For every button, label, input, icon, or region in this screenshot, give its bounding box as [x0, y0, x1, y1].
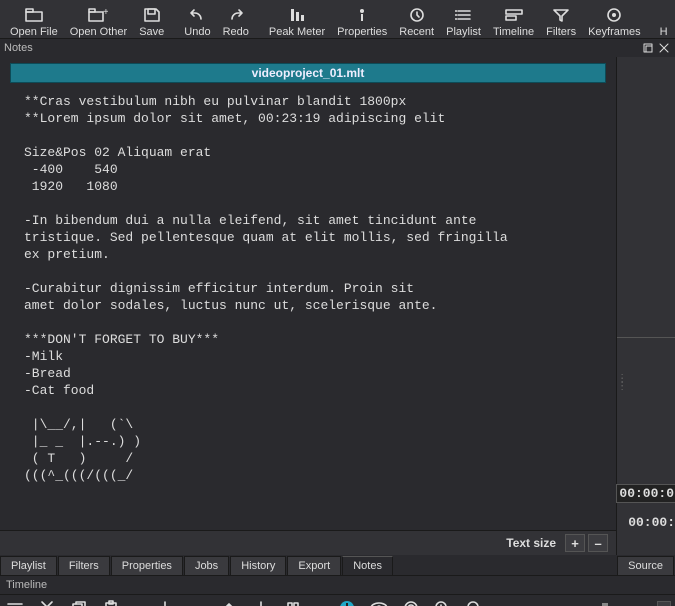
recent-label: Recent — [399, 26, 434, 38]
overwrite-icon[interactable] — [250, 598, 272, 606]
keyframes-icon — [603, 6, 625, 24]
player-split-line — [617, 337, 675, 338]
player-preview-stub: ⋮⋮⋮ 00:00:0 00:00: — [617, 57, 675, 555]
timeline-menu-icon[interactable] — [4, 598, 26, 606]
notes-panel-titlebar: Notes — [0, 39, 675, 57]
recent-icon — [406, 6, 428, 24]
zoom-in-icon[interactable] — [432, 598, 454, 606]
timecode-total[interactable]: 00:00:0 — [616, 484, 675, 503]
timeline-title: Timeline — [6, 579, 47, 591]
undo-button[interactable]: Undo — [178, 0, 216, 40]
main-toolbar: Open File + Open Other Save Undo Redo Pe… — [0, 0, 675, 39]
tab-source[interactable]: Source — [617, 556, 674, 575]
text-size-label: Text size — [506, 536, 556, 550]
playlist-icon — [453, 6, 475, 24]
ripple-icon[interactable] — [400, 598, 422, 606]
snap-icon[interactable] — [336, 598, 358, 606]
notes-file-title: videoproject_01.mlt — [10, 63, 606, 83]
properties-button[interactable]: Properties — [331, 0, 393, 40]
open-file-icon — [23, 6, 45, 24]
main-area: videoproject_01.mlt **Cras vestibulum ni… — [0, 57, 675, 555]
undo-label: Undo — [184, 26, 210, 38]
history-button-cut[interactable]: H — [647, 0, 675, 40]
timeline-zoom-control — [602, 601, 671, 606]
peak-meter-label: Peak Meter — [269, 26, 325, 38]
bottom-tab-row: PlaylistFiltersPropertiesJobsHistoryExpo… — [0, 555, 675, 575]
notes-area: videoproject_01.mlt **Cras vestibulum ni… — [0, 57, 616, 530]
notes-text-body[interactable]: **Cras vestibulum nibh eu pulvinar bland… — [10, 93, 606, 530]
keyframes-label: Keyframes — [588, 26, 641, 38]
timeline-icon — [503, 6, 525, 24]
scrub-icon[interactable] — [368, 598, 390, 606]
svg-text:+: + — [103, 7, 108, 18]
open-file-button[interactable]: Open File — [4, 0, 64, 40]
remove-icon[interactable] — [186, 598, 208, 606]
open-other-icon: + — [87, 6, 109, 24]
redo-icon — [225, 6, 247, 24]
tab-playlist[interactable]: Playlist — [0, 556, 57, 575]
open-other-label: Open Other — [70, 26, 127, 38]
timecode-current: 00:00: — [626, 514, 675, 531]
timeline-label: Timeline — [493, 26, 534, 38]
notes-panel-title: Notes — [4, 42, 33, 54]
tab-filters[interactable]: Filters — [58, 556, 110, 575]
save-label: Save — [139, 26, 164, 38]
left-tabs: PlaylistFiltersPropertiesJobsHistoryExpo… — [0, 555, 617, 575]
cut-icon[interactable] — [36, 598, 58, 606]
text-size-row: Text size + – — [0, 530, 616, 555]
open-file-label: Open File — [10, 26, 58, 38]
history-label-cut: H — [660, 26, 668, 38]
keyframes-button[interactable]: Keyframes — [582, 0, 647, 40]
zoom-fit-button[interactable] — [657, 601, 671, 606]
peak-meter-icon — [286, 6, 308, 24]
properties-icon — [351, 6, 373, 24]
tab-history[interactable]: History — [230, 556, 286, 575]
undo-icon — [186, 6, 208, 24]
timeline-button[interactable]: Timeline — [487, 0, 540, 40]
player-side-column: ⋮⋮⋮ 00:00:0 00:00: — [616, 57, 675, 555]
splitter-grip-icon[interactable]: ⋮⋮⋮ — [617, 377, 627, 389]
right-tabs: Source — [617, 555, 675, 575]
tab-notes[interactable]: Notes — [342, 556, 393, 575]
text-size-plus-button[interactable]: + — [565, 534, 585, 552]
history-icon — [653, 6, 675, 24]
properties-label: Properties — [337, 26, 387, 38]
append-icon[interactable] — [154, 598, 176, 606]
playlist-label: Playlist — [446, 26, 481, 38]
zoom-out-icon[interactable] — [464, 598, 486, 606]
save-icon — [141, 6, 163, 24]
tab-properties[interactable]: Properties — [111, 556, 183, 575]
split-icon[interactable] — [282, 598, 304, 606]
lift-icon[interactable] — [218, 598, 240, 606]
panel-dock-icon[interactable] — [641, 41, 655, 55]
recent-button[interactable]: Recent — [393, 0, 440, 40]
filters-icon — [550, 6, 572, 24]
redo-label: Redo — [223, 26, 249, 38]
paste-icon[interactable] — [100, 598, 122, 606]
filters-button[interactable]: Filters — [540, 0, 582, 40]
peak-meter-button[interactable]: Peak Meter — [263, 0, 331, 40]
text-size-minus-button[interactable]: – — [588, 534, 608, 552]
open-other-button[interactable]: + Open Other — [64, 0, 133, 40]
timeline-toolbar — [0, 594, 675, 606]
timeline-titlebar: Timeline — [0, 575, 675, 594]
panel-close-icon[interactable] — [657, 41, 671, 55]
redo-button[interactable]: Redo — [217, 0, 255, 40]
filters-label: Filters — [546, 26, 576, 38]
tab-jobs[interactable]: Jobs — [184, 556, 229, 575]
tab-export[interactable]: Export — [287, 556, 341, 575]
notes-column: videoproject_01.mlt **Cras vestibulum ni… — [0, 57, 616, 555]
playlist-button[interactable]: Playlist — [440, 0, 487, 40]
copy-icon[interactable] — [68, 598, 90, 606]
save-button[interactable]: Save — [133, 0, 170, 40]
